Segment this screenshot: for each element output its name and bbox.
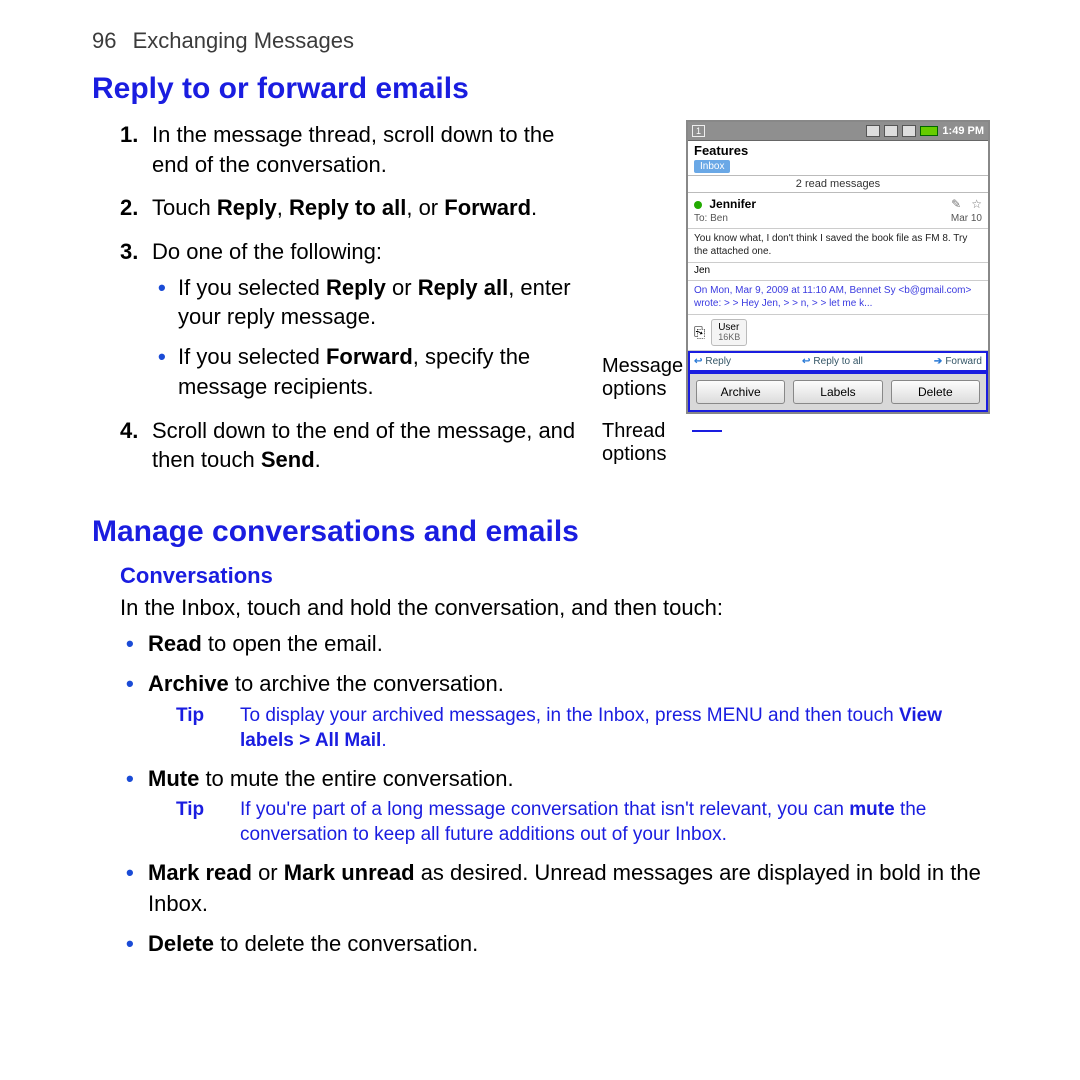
subbullet: If you selected Forward, specify the mes… [178, 342, 592, 401]
forward-arrow-icon: ➔ [934, 356, 942, 367]
screenshot-column: Message options Thread options 1 1:49 PM [612, 120, 990, 489]
step-2: 2. Touch Reply, Reply to all, or Forward… [152, 193, 592, 223]
presence-icon [694, 201, 702, 209]
reply-section-layout: 1. In the message thread, scroll down to… [92, 120, 990, 489]
step-text: In the message thread, scroll down to th… [152, 122, 554, 177]
message-options-row: ↩Reply ↩Reply to all ➔Forward [688, 351, 988, 372]
step-4: 4. Scroll down to the end of the message… [152, 416, 592, 475]
tip-label: Tip [176, 798, 216, 847]
status-bar: 1 1:49 PM [688, 122, 988, 141]
step-text: Do one of the following: [152, 239, 382, 264]
step-marker: 4. [120, 416, 138, 446]
running-header: 96 Exchanging Messages [92, 28, 990, 54]
delete-button[interactable]: Delete [891, 380, 980, 404]
attachment-size: 16KB [718, 333, 740, 343]
message-date: Mar 10 [951, 213, 982, 224]
tip-mute: Tip If you're part of a long message con… [176, 798, 990, 847]
battery-icon [920, 126, 938, 136]
reply-arrow-icon: ↩ [694, 356, 702, 367]
reply-link[interactable]: ↩Reply [694, 356, 731, 367]
subbullet: If you selected Reply or Reply all, ente… [178, 273, 592, 332]
quoted-text: On Mon, Mar 9, 2009 at 11:10 AM, Bennet … [688, 281, 988, 315]
section-heading-reply: Reply to or forward emails [92, 72, 990, 106]
conversation-title: Features [688, 141, 988, 158]
step-marker: 2. [120, 193, 138, 223]
conversations-intro: In the Inbox, touch and hold the convers… [120, 593, 990, 623]
step-3: 3. Do one of the following: If you selec… [152, 237, 592, 401]
list-item: Read to open the email. [148, 629, 990, 660]
message-header: Jennifer ✎ ☆ [688, 193, 988, 213]
thread-options-row: Archive Labels Delete [688, 372, 988, 412]
reply-all-arrow-icon: ↩ [802, 356, 810, 367]
list-item: Mark read or Mark unread as desired. Unr… [148, 858, 990, 920]
wifi-icon [884, 125, 898, 137]
message-body: You know what, I don't think I saved the… [688, 229, 988, 263]
tip-archive: Tip To display your archived messages, i… [176, 704, 990, 753]
inbox-label-chip: Inbox [694, 160, 730, 173]
signal-icon [866, 125, 880, 137]
attachment-chip: User 16KB [711, 319, 747, 346]
reply-steps-column: 1. In the message thread, scroll down to… [92, 120, 592, 489]
list-item: Archive to archive the conversation. Tip… [148, 669, 990, 753]
step-text: Touch [152, 195, 217, 220]
labels-button[interactable]: Labels [793, 380, 882, 404]
section-heading-manage: Manage conversations and emails [92, 515, 990, 549]
clock: 1:49 PM [942, 125, 984, 137]
callout-line [692, 430, 722, 432]
step-text: Scroll down to the end of the message, a… [152, 418, 575, 473]
callout-message-options: Message options [602, 355, 692, 401]
from-name: Jennifer [709, 197, 756, 211]
sim-icon: 1 [692, 125, 705, 137]
archive-button[interactable]: Archive [696, 380, 785, 404]
step-marker: 1. [120, 120, 138, 150]
forward-link[interactable]: ➔Forward [934, 356, 982, 367]
reply-all-link[interactable]: ↩Reply to all [802, 356, 863, 367]
pencil-icon: ✎ [951, 197, 961, 211]
list-item: Mute to mute the entire conversation. Ti… [148, 764, 990, 848]
chapter-title: Exchanging Messages [133, 28, 354, 53]
tip-body: To display your archived messages, in th… [240, 704, 990, 753]
steps-list: 1. In the message thread, scroll down to… [92, 120, 592, 475]
message-meta: To: Ben Mar 10 [688, 213, 988, 229]
status-icons: 1:49 PM [866, 125, 984, 137]
step-1: 1. In the message thread, scroll down to… [152, 120, 592, 179]
callout-thread-options: Thread options [602, 420, 692, 466]
list-item: Delete to delete the conversation. [148, 929, 990, 960]
attachment-row: ⎘ User 16KB [688, 315, 988, 351]
tip-body: If you're part of a long message convers… [240, 798, 990, 847]
header-action-icons: ✎ ☆ [951, 197, 982, 211]
step-3-subbullets: If you selected Reply or Reply all, ente… [152, 273, 592, 402]
message-signature: Jen [688, 263, 988, 281]
page-number: 96 [92, 28, 116, 53]
paperclip-icon: ⎘ [694, 324, 705, 341]
star-icon: ☆ [971, 197, 982, 211]
tip-label: Tip [176, 704, 216, 753]
subsection-conversations: Conversations [120, 563, 990, 589]
step-marker: 3. [120, 237, 138, 267]
network-icon [902, 125, 916, 137]
manual-page: 96 Exchanging Messages Reply to or forwa… [0, 0, 1080, 1080]
conversations-actions-list: Read to open the email. Archive to archi… [92, 629, 990, 961]
to-line: To: Ben [694, 213, 728, 224]
read-messages-bar: 2 read messages [688, 175, 988, 193]
phone-screenshot: 1 1:49 PM Features Inbox 2 read messages… [686, 120, 990, 414]
